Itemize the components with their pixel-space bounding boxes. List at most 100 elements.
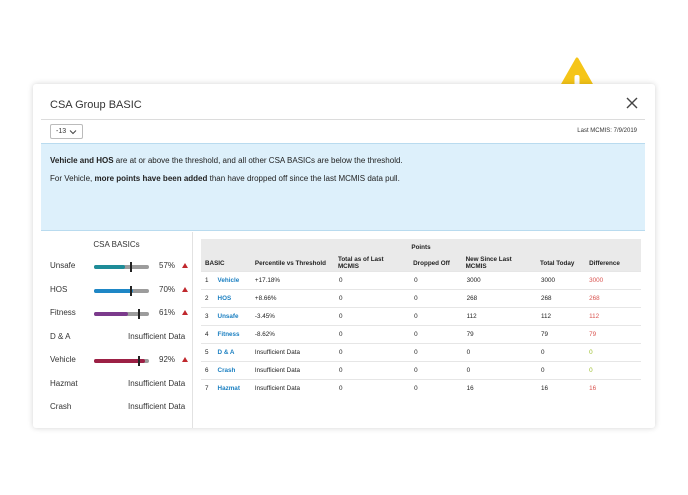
total-today-cell: 79: [535, 325, 586, 344]
row-number: 2: [205, 295, 209, 302]
basic-insufficient-data: Insufficient Data: [128, 379, 186, 388]
basic-link[interactable]: Vehicle: [218, 277, 240, 284]
percentile-bar: [94, 262, 149, 272]
total-last-cell: 0: [333, 325, 410, 344]
column-header: New Since Last MCMIS: [461, 255, 536, 272]
chevron-down-icon: [69, 130, 77, 135]
summary-line-2: For Vehicle, more points have been added…: [50, 174, 636, 183]
basic-link[interactable]: HOS: [218, 295, 232, 302]
threshold-marker: [129, 286, 132, 296]
basic-name: Fitness: [50, 308, 76, 317]
total-today-cell: 0: [535, 361, 586, 380]
new-since-cell: 79: [461, 325, 536, 344]
dialog-title: CSA Group BASIC: [50, 99, 142, 111]
summary-banner: Vehicle and HOS are at or above the thre…: [41, 143, 645, 231]
row-number: 1: [205, 277, 209, 284]
basic-percentile: 92%: [159, 355, 176, 364]
dropped-off-cell: 0: [409, 343, 462, 362]
points-table: Points BASIC Percentile vs Threshold Total…: [201, 239, 641, 397]
last-mcmis-date: Last MCMIS: 7/9/2019: [577, 128, 637, 134]
column-header: Difference: [585, 255, 641, 272]
new-since-cell: 112: [461, 307, 536, 326]
total-today-cell: 16: [535, 379, 586, 397]
basic-cell[interactable]: 5 D & A: [201, 343, 251, 362]
percentile-cell: Insufficient Data: [250, 361, 334, 380]
table-row: 6 Crash Insufficient Data 0 0 0 0 0: [201, 361, 641, 380]
dropped-off-cell: 0: [409, 379, 462, 397]
dropped-off-cell: 0: [409, 307, 462, 326]
row-number: 4: [205, 331, 209, 338]
basic-insufficient-data: Insufficient Data: [128, 332, 186, 341]
basic-row-crash: Crash Insufficient Data: [50, 402, 192, 414]
total-last-cell: 0: [333, 289, 410, 308]
percentile-cell: +17.18%: [250, 271, 334, 290]
summary-line-1: Vehicle and HOS are at or above the thre…: [50, 156, 636, 165]
period-select[interactable]: -13: [50, 124, 83, 139]
basic-row-hazmat: Hazmat Insufficient Data: [50, 379, 192, 391]
basic-link[interactable]: Crash: [218, 367, 236, 374]
summary-line-2-rest: than have dropped off since the last MCM…: [207, 174, 400, 183]
difference-cell: 268: [585, 289, 641, 308]
dropped-off-cell: 0: [409, 289, 462, 308]
row-number: 3: [205, 313, 209, 320]
basic-link[interactable]: Unsafe: [218, 313, 239, 320]
basic-name: D & A: [50, 332, 71, 341]
basic-cell[interactable]: 4 Fitness: [201, 325, 251, 344]
summary-line-1-rest: are at or above the threshold, and all o…: [113, 156, 403, 165]
percentile-bar: [94, 286, 149, 296]
basic-cell[interactable]: 1 Vehicle: [201, 271, 251, 290]
basic-link[interactable]: D & A: [218, 349, 235, 356]
new-since-cell: 0: [461, 361, 536, 380]
total-last-cell: 0: [333, 343, 410, 362]
percentile-cell: Insufficient Data: [250, 379, 334, 397]
table-row: 3 Unsafe -3.45% 0 0 112 112 112: [201, 307, 641, 326]
column-header: Percentile vs Threshold: [250, 255, 334, 272]
column-header: Total as of Last MCMIS: [333, 255, 410, 272]
row-number: 7: [205, 385, 209, 392]
basic-name: Vehicle: [50, 355, 76, 364]
new-since-cell: 0: [461, 343, 536, 362]
basic-name: Crash: [50, 402, 72, 411]
csa-basics-heading: CSA BASICs: [93, 240, 140, 249]
summary-line-1-bold: Vehicle and HOS: [50, 156, 114, 165]
basic-cell[interactable]: 2 HOS: [201, 289, 251, 308]
percentile-bar: [94, 356, 149, 366]
basic-row-vehicle: Vehicle 92%: [50, 355, 192, 367]
basic-cell[interactable]: 6 Crash: [201, 361, 251, 380]
difference-cell: 16: [585, 379, 641, 397]
percentile-bar: [94, 309, 149, 319]
basic-row-d-a: D & A Insufficient Data: [50, 332, 192, 344]
dropped-off-cell: 0: [409, 361, 462, 380]
period-select-value: -13: [56, 128, 67, 135]
arrow-up-icon: [182, 287, 188, 292]
basic-percentile: 61%: [159, 308, 176, 317]
percentile-cell: +8.66%: [250, 289, 334, 308]
basic-name: HOS: [50, 285, 68, 294]
total-last-cell: 0: [333, 379, 410, 397]
threshold-marker: [129, 262, 132, 272]
points-table-wrapper: Points BASIC Percentile vs Threshold Total…: [201, 239, 641, 404]
row-number: 6: [205, 367, 209, 374]
close-icon[interactable]: [625, 96, 639, 110]
new-since-cell: 16: [461, 379, 536, 397]
percentile-fill: [94, 312, 128, 316]
basic-row-hos: HOS 70%: [50, 285, 192, 297]
total-last-cell: 0: [333, 307, 410, 326]
basic-row-unsafe: Unsafe 57%: [50, 261, 192, 273]
basic-cell[interactable]: 7 Hazmat: [201, 379, 251, 397]
new-since-cell: 3000: [461, 271, 536, 290]
basic-cell[interactable]: 3 Unsafe: [201, 307, 251, 326]
difference-cell: 3000: [585, 271, 641, 290]
basic-link[interactable]: Fitness: [218, 331, 240, 338]
basic-name: Hazmat: [50, 379, 78, 388]
percentile-fill: [94, 359, 145, 363]
dropped-off-cell: 0: [409, 271, 462, 290]
table-row: 4 Fitness -8.62% 0 0 79 79 79: [201, 325, 641, 344]
percentile-cell: -8.62%: [250, 325, 334, 344]
threshold-marker: [138, 356, 140, 366]
basic-link[interactable]: Hazmat: [218, 385, 240, 392]
basic-row-fitness: Fitness 61%: [50, 308, 192, 320]
percentile-fill: [94, 265, 126, 269]
percentile-cell: Insufficient Data: [250, 343, 334, 362]
csa-basics-panel: CSA BASICs Unsafe 57% HOS 70% Fitness 61% D & …: [41, 232, 193, 428]
